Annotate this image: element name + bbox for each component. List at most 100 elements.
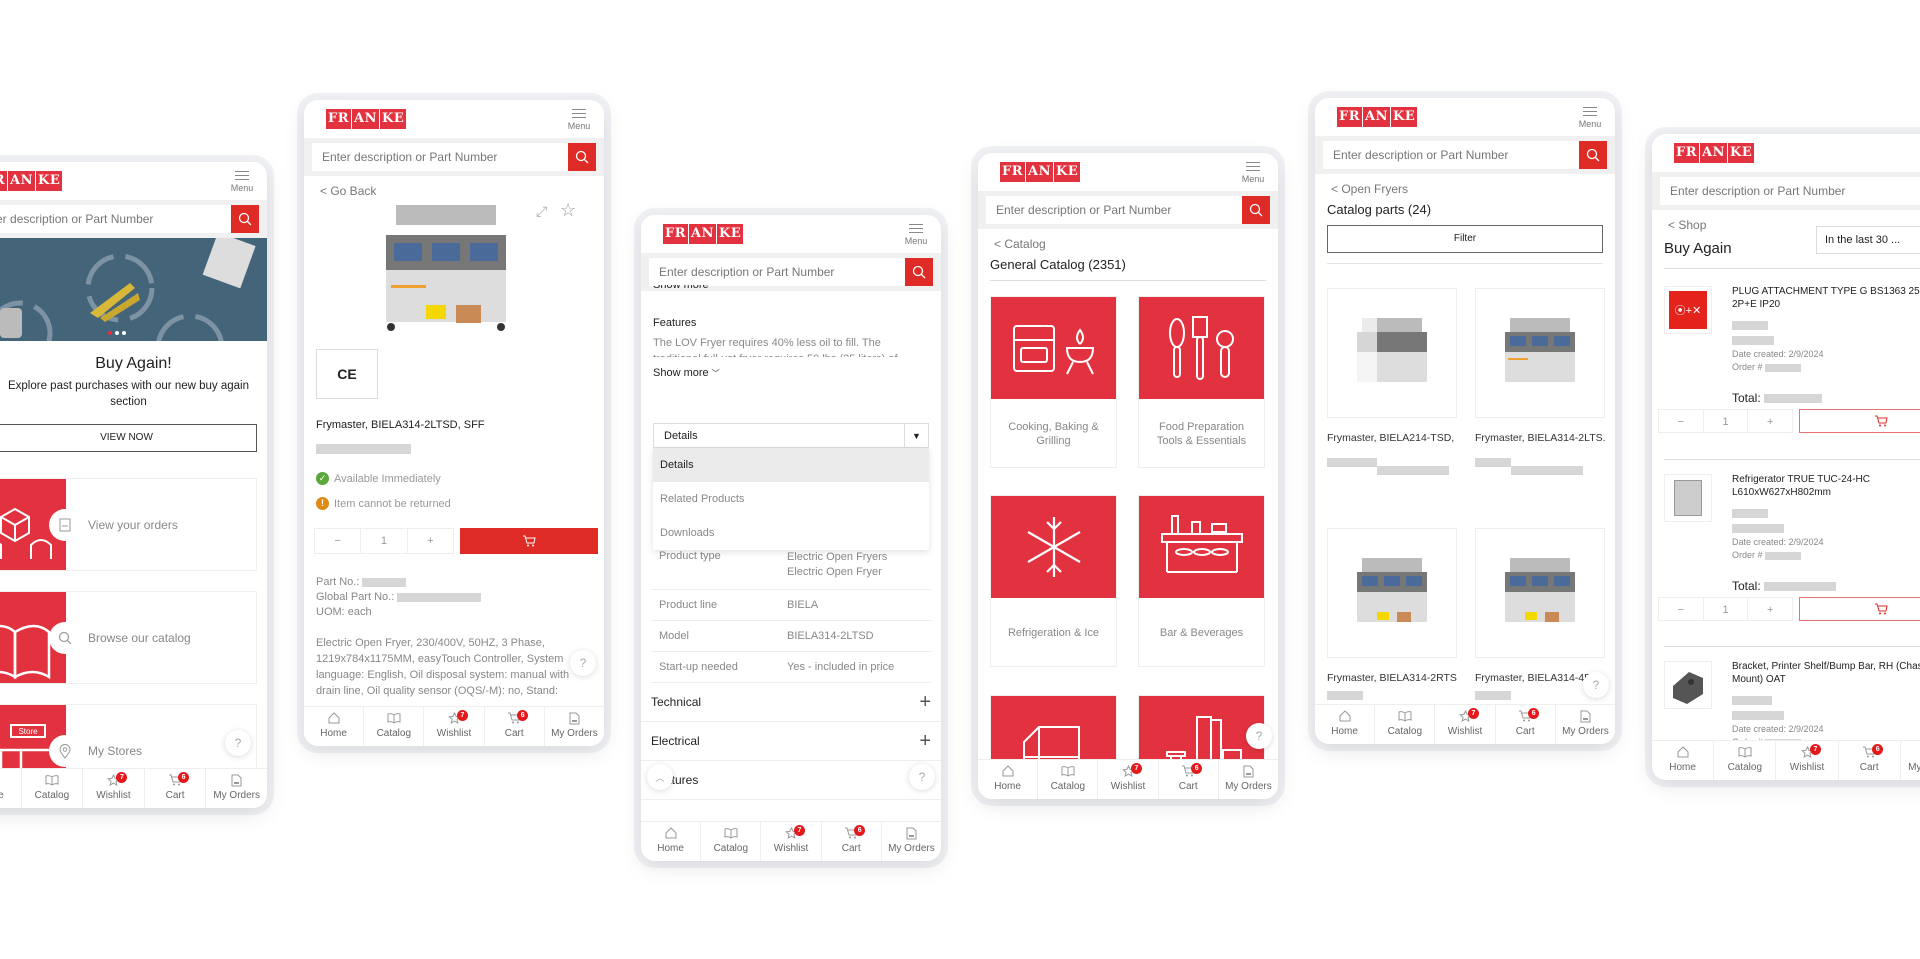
nav-item-my-orders[interactable]: My Orders [882,822,941,861]
nav-item-cart[interactable]: 6 Cart [1839,741,1901,780]
nav-item-wishlist[interactable]: 7 Wishlist [424,707,485,746]
nav-item-home[interactable]: Home [978,760,1039,799]
nav-item-catalog[interactable]: Catalog [364,707,425,746]
search-button[interactable] [905,258,933,286]
product-thumbnail[interactable]: ⦿+✕ [1664,286,1712,334]
franke-logo[interactable]: FRANKE [1674,143,1756,163]
nav-item-catalog[interactable]: Catalog [1038,760,1099,799]
menu-button[interactable]: Menu [1575,104,1605,129]
wishlist-star-icon[interactable]: ☆ [560,200,576,221]
category-tile[interactable]: Refrigeration & Ice [990,495,1117,667]
quantity-value[interactable]: 1 [1704,598,1749,620]
nav-item-cart[interactable]: 6 Cart [822,822,882,861]
increment-button[interactable]: + [1748,598,1792,620]
product-thumbnail[interactable] [1664,474,1712,522]
section-select[interactable]: Details ▼ [653,423,929,448]
show-more-link-top[interactable]: Show more [653,285,709,291]
menu-button[interactable]: Menu [227,168,257,193]
search-button[interactable] [1242,196,1270,224]
menu-button[interactable]: Menu [564,106,594,131]
franke-logo[interactable]: FRANKE [1337,107,1419,127]
show-more-link[interactable]: Show more ﹀ [653,367,720,379]
nav-item-wishlist[interactable]: 7 Wishlist [1435,705,1496,744]
nav-item-wishlist[interactable]: 7 Wishlist [761,822,822,861]
search-input[interactable] [1660,177,1920,205]
search-button[interactable] [231,205,259,233]
catalog-back-link[interactable]: < Catalog [978,229,1278,251]
nav-item-my-orders[interactable]: My Orders [206,769,267,808]
nav-item-my-orders[interactable]: My Orders [1556,705,1615,744]
nav-item-my-orders[interactable]: My Orders [1219,760,1278,799]
help-button[interactable]: ? [909,764,935,790]
product-thumbnail[interactable] [1664,661,1712,709]
add-to-cart-button[interactable] [460,528,598,554]
nav-item-catalog[interactable]: Catalog [1714,741,1777,780]
nav-item-cart[interactable]: 6 Cart [1496,705,1556,744]
help-button[interactable]: ? [1246,723,1272,749]
search-input[interactable] [649,258,933,286]
view-orders-tile[interactable]: View your orders [0,478,257,572]
dropdown-option-details[interactable]: Details [653,448,929,482]
open-fryers-back-link[interactable]: < Open Fryers [1315,174,1615,196]
item-title[interactable]: Refrigerator TRUE TUC-24-HC L610xW627xH8… [1732,473,1920,499]
scroll-top-button[interactable]: ︿ [647,764,673,790]
help-button[interactable]: ? [1583,672,1609,698]
help-button[interactable]: ? [570,650,596,676]
nav-item-home[interactable]: Home [0,769,22,808]
view-now-button[interactable]: VIEW NOW [0,424,257,453]
dropdown-option-downloads[interactable]: Downloads [653,516,929,550]
search-button[interactable] [568,143,596,171]
item-title[interactable]: Bracket, Printer Shelf/Bump Bar, RH (Cha… [1732,660,1920,686]
search-input[interactable] [986,196,1270,224]
promo-carousel[interactable] [0,238,267,341]
nav-item-cart[interactable]: 6 Cart [1159,760,1219,799]
carousel-dots[interactable] [108,331,126,335]
expand-image-icon[interactable]: ⤢ [536,203,547,220]
franke-logo[interactable]: FRANKE [663,224,745,244]
filter-button[interactable]: Filter [1327,225,1603,253]
nav-item-home[interactable]: Home [304,707,365,746]
add-to-cart-button[interactable] [1799,597,1920,621]
increment-button[interactable]: + [1748,410,1792,432]
nav-item-home[interactable]: Home [1315,705,1376,744]
browse-catalog-tile[interactable]: Browse our catalog [0,591,257,685]
category-tile[interactable]: Bar & Beverages [1138,495,1265,667]
product-image[interactable] [376,205,516,335]
nav-item-home[interactable]: Home [641,822,702,861]
franke-logo[interactable]: FRANKE [1000,162,1082,182]
quantity-stepper[interactable]: −1 + [1658,409,1793,433]
nav-item-catalog[interactable]: Catalog [1375,705,1436,744]
nav-item-cart[interactable]: 6 Cart [145,769,207,808]
item-title[interactable]: PLUG ATTACHMENT TYPE G BS1363 250V 13A 2… [1732,285,1920,311]
part-card[interactable]: Frymaster, BIELA314-2RTS... [1327,528,1457,702]
help-button[interactable]: ? [225,730,251,756]
go-back-link[interactable]: < Go Back [304,176,604,198]
add-to-cart-button[interactable] [1799,409,1920,433]
menu-button[interactable]: Menu [901,221,931,246]
part-card[interactable]: Frymaster, BIELA314-2LTS... [1475,288,1605,475]
accordion-electrical[interactable]: Electrical + [641,722,941,761]
nav-item-catalog[interactable]: Catalog [22,769,84,808]
menu-button[interactable]: Menu [1238,159,1268,184]
quantity-value[interactable]: 1 [1704,410,1749,432]
dropdown-option-related-products[interactable]: Related Products [653,482,929,516]
quantity-value[interactable]: 1 [361,529,408,553]
nav-item-home[interactable]: Home [1652,741,1715,780]
increment-button[interactable]: + [408,529,453,553]
decrement-button[interactable]: − [1659,410,1704,432]
decrement-button[interactable]: − [1659,598,1704,620]
search-input[interactable] [1323,141,1607,169]
nav-item-wishlist[interactable]: 7 Wishlist [83,769,145,808]
decrement-button[interactable]: − [315,529,362,553]
franke-logo[interactable]: FRANKE [326,109,408,129]
nav-item-my-orders[interactable]: My Orders [1901,741,1920,780]
quantity-stepper[interactable]: −1 + [314,528,454,554]
nav-item-wishlist[interactable]: 7 Wishlist [1098,760,1159,799]
search-input[interactable] [0,205,259,233]
franke-logo[interactable]: FRANKE [0,171,64,191]
accordion-technical[interactable]: Technical + [641,683,941,722]
period-filter-select[interactable]: In the last 30 ... [1816,226,1920,254]
nav-item-wishlist[interactable]: 7 Wishlist [1776,741,1839,780]
nav-item-my-orders[interactable]: My Orders [545,707,604,746]
search-button[interactable] [1579,141,1607,169]
